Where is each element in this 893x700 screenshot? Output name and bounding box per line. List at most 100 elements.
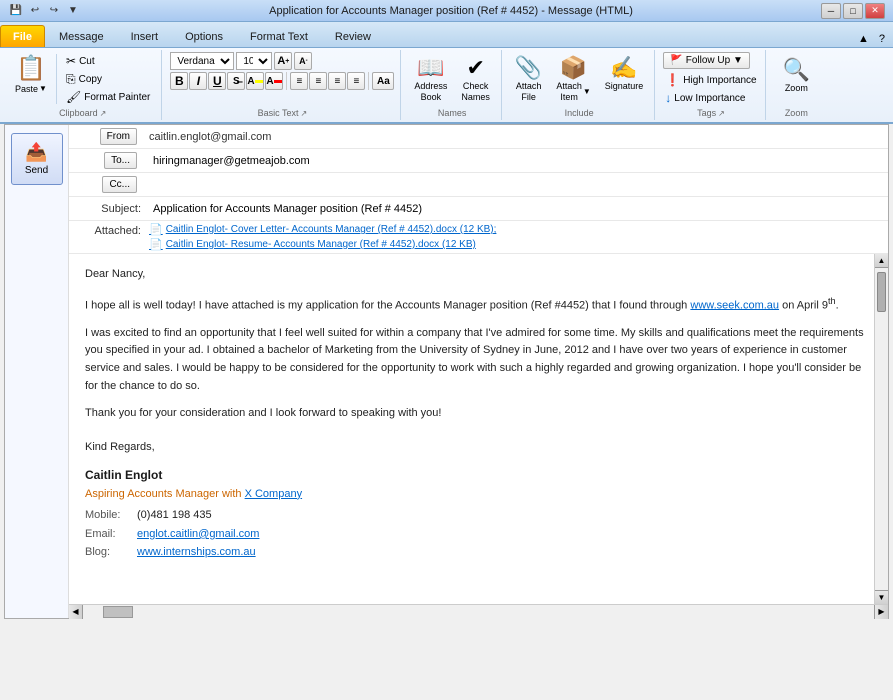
to-button[interactable]: To... [104, 152, 137, 169]
align-left-btn[interactable]: ≡ [290, 72, 308, 90]
cc-button[interactable]: Cc... [102, 176, 137, 193]
paste-dropdown-icon[interactable]: ▼ [39, 84, 47, 94]
copy-label: Copy [79, 74, 102, 85]
format-painter-button[interactable]: 🖌 Format Painter [61, 88, 155, 106]
cut-button[interactable]: ✂ Cut [61, 52, 155, 70]
check-names-icon: ✔ [466, 55, 484, 81]
font-color-btn[interactable]: A [265, 72, 283, 90]
scroll-thumb[interactable] [877, 272, 886, 312]
font-size-decrease-btn[interactable]: A- [294, 52, 312, 70]
tab-file[interactable]: File [0, 25, 45, 47]
align-center-btn[interactable]: ≡ [309, 72, 327, 90]
tab-insert[interactable]: Insert [118, 25, 172, 47]
minimize-button[interactable]: ─ [821, 3, 841, 19]
low-importance-button[interactable]: ↓ Low Importance [663, 90, 747, 106]
email-body[interactable]: Dear Nancy, I hope all is well today! I … [69, 254, 888, 604]
address-book-button[interactable]: 📖 AddressBook [409, 52, 452, 106]
names-label: Names [409, 106, 495, 118]
clipboard-stack: ✂ Cut ⎘ Copy 🖌 Format Painter [61, 52, 155, 106]
attachment-1[interactable]: 📄 Caitlin Englot- Cover Letter- Accounts… [149, 223, 496, 236]
paste-button[interactable]: 📋 Paste ▼ [10, 52, 52, 98]
qa-dropdown-btn[interactable]: ▼ [65, 3, 81, 19]
cc-input[interactable] [149, 177, 888, 193]
para1-cont: on April 9 [782, 299, 828, 311]
tab-format-text[interactable]: Format Text [237, 25, 321, 47]
tab-message[interactable]: Message [46, 25, 117, 47]
close-button[interactable]: ✕ [865, 3, 885, 19]
tags-group: 🚩 Follow Up ▼ ❗ High Importance ↓ Low Im… [657, 50, 765, 120]
h-scroll-track[interactable] [83, 605, 874, 619]
help-btn[interactable]: ? [875, 31, 889, 47]
names-content: 📖 AddressBook ✔ CheckNames [409, 52, 495, 106]
basic-text-expand-icon[interactable]: ↗ [300, 109, 307, 118]
follow-up-icon: 🚩 [670, 55, 682, 66]
attachment-1-text: Caitlin Englot- Cover Letter- Accounts M… [166, 224, 497, 235]
font-size-select[interactable]: 10.5 [236, 52, 272, 70]
scroll-up-btn[interactable]: ▲ [875, 254, 888, 268]
attachment-2[interactable]: 📄 Caitlin Englot- Resume- Accounts Manag… [149, 238, 496, 251]
title-bar: 💾 ↩ ↪ ▼ Application for Accounts Manager… [0, 0, 893, 22]
ribbon-expand-btn[interactable]: ▲ [854, 31, 873, 47]
undo-qa-btn[interactable]: ↩ [27, 3, 43, 19]
attach-file-button[interactable]: 📎 AttachFile [510, 52, 547, 106]
follow-up-label: Follow Up ▼ [686, 55, 743, 66]
horizontal-scrollbar[interactable]: ◀ ▶ [69, 604, 888, 618]
attach-file-icon: 📎 [515, 55, 542, 81]
italic-btn[interactable]: I [189, 72, 207, 90]
maximize-button[interactable]: □ [843, 3, 863, 19]
zoom-button[interactable]: 🔍 Zoom [774, 52, 819, 98]
font-family-select[interactable]: Verdana [170, 52, 234, 70]
h-scroll-right-btn[interactable]: ▶ [874, 605, 888, 619]
sig-blog-link[interactable]: www.internships.com.au [137, 544, 256, 562]
save-qa-btn[interactable]: 💾 [8, 3, 24, 19]
highlight-btn[interactable]: A [246, 72, 264, 90]
subject-input[interactable] [149, 201, 888, 217]
scroll-down-btn[interactable]: ▼ [875, 590, 888, 604]
low-importance-icon: ↓ [665, 91, 671, 105]
high-importance-button[interactable]: ❗ High Importance [663, 72, 758, 88]
basic-text-group-label: Basic Text [258, 108, 299, 118]
tags-expand-icon[interactable]: ↗ [718, 109, 725, 118]
attached-label: Attached: [95, 225, 141, 237]
to-row: To... [69, 149, 888, 173]
zoom-group-label: Zoom [785, 108, 808, 118]
to-label: To... [69, 152, 149, 169]
seek-link[interactable]: www.seek.com.au [690, 299, 779, 311]
sig-company-link[interactable]: X Company [245, 488, 302, 500]
greeting-text: Dear Nancy, [85, 268, 145, 280]
para2: I was excited to find an opportunity tha… [85, 325, 870, 395]
names-group: 📖 AddressBook ✔ CheckNames Names [403, 50, 502, 120]
strikethrough-btn[interactable]: S̶ [227, 72, 245, 90]
format-sep [286, 72, 287, 90]
check-names-button[interactable]: ✔ CheckNames [456, 52, 495, 106]
clipboard-group-label: Clipboard [59, 108, 98, 118]
sig-email-label: Email: [85, 526, 137, 544]
send-button[interactable]: 📤 Send [11, 133, 63, 185]
font-size-increase-btn[interactable]: A+ [274, 52, 292, 70]
tab-options[interactable]: Options [172, 25, 236, 47]
copy-button[interactable]: ⎘ Copy [61, 70, 155, 88]
redo-qa-btn[interactable]: ↪ [46, 3, 62, 19]
more-btn[interactable]: Aa [372, 72, 394, 90]
h-scroll-thumb[interactable] [103, 606, 133, 618]
align-right-btn[interactable]: ≡ [328, 72, 346, 90]
to-input[interactable] [149, 153, 888, 169]
sep1 [56, 54, 57, 104]
from-button[interactable]: From [100, 128, 137, 145]
copy-icon: ⎘ [66, 72, 76, 87]
signature-button[interactable]: ✍ Signature [600, 52, 649, 95]
tab-review[interactable]: Review [322, 25, 384, 47]
follow-up-button[interactable]: 🚩 Follow Up ▼ [663, 52, 750, 69]
include-group: 📎 AttachFile 📦 AttachItem ▼ ✍ Signature … [504, 50, 655, 120]
align-justify-btn[interactable]: ≡ [347, 72, 365, 90]
para1: I hope all is well today! I have attache… [85, 294, 870, 315]
zoom-group: 🔍 Zoom Zoom [768, 50, 825, 120]
h-scroll-left-btn[interactable]: ◀ [69, 605, 83, 619]
vertical-scrollbar[interactable]: ▲ ▼ [874, 254, 888, 604]
sig-email-link[interactable]: englot.caitlin@gmail.com [137, 526, 259, 544]
zoom-icon: 🔍 [783, 57, 810, 83]
clipboard-expand-icon[interactable]: ↗ [100, 109, 107, 118]
bold-btn[interactable]: B [170, 72, 188, 90]
attach-item-button[interactable]: 📦 AttachItem ▼ [551, 52, 595, 106]
underline-btn[interactable]: U [208, 72, 226, 90]
